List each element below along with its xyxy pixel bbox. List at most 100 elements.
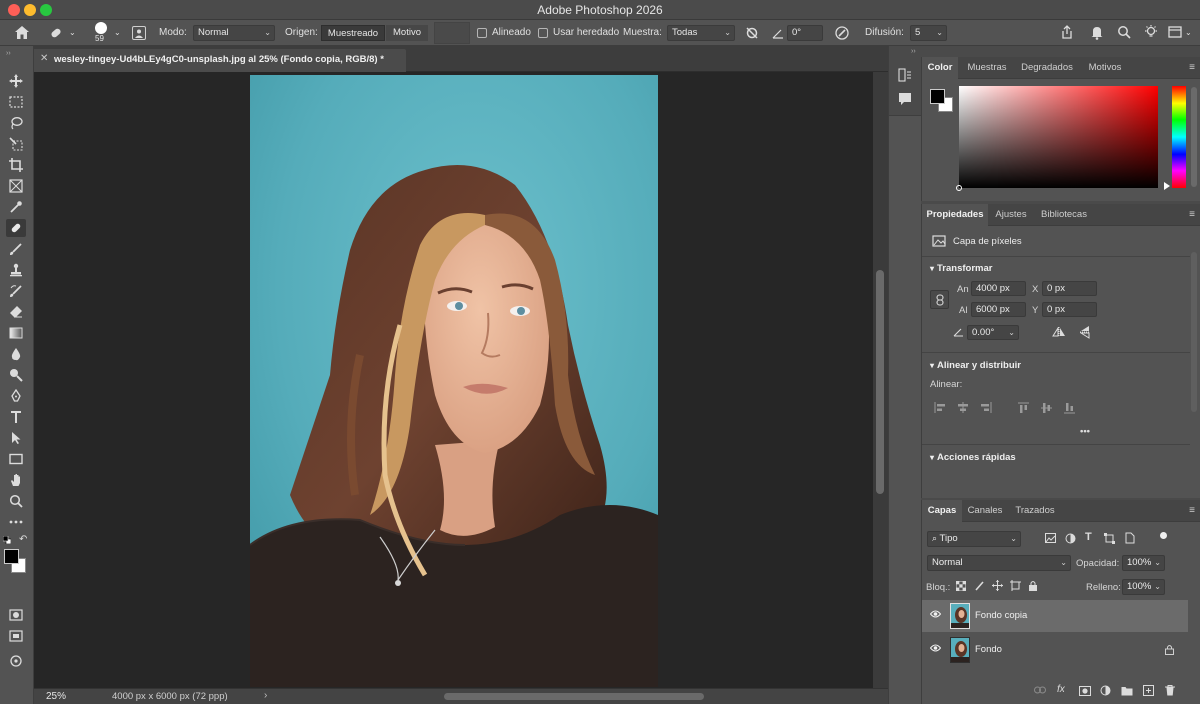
brush-picker-chevron-icon[interactable]: ⌄ xyxy=(114,20,121,46)
tab-channels[interactable]: Canales xyxy=(962,500,1008,522)
hue-slider-handle[interactable] xyxy=(1164,182,1170,190)
vertical-scroll-thumb[interactable] xyxy=(876,270,884,494)
hand-tool-icon[interactable] xyxy=(6,471,26,489)
angle-input[interactable]: 0° xyxy=(787,25,823,41)
align-bottom-edges-icon[interactable] xyxy=(1064,402,1075,417)
canvas-area[interactable] xyxy=(34,72,873,688)
pen-tool-icon[interactable] xyxy=(6,387,26,405)
rotation-input[interactable]: 0.00° ⌄ xyxy=(967,325,1019,340)
workspace-chevron-icon[interactable]: ⌄ xyxy=(1185,20,1192,46)
default-colors-icon[interactable] xyxy=(2,535,12,545)
share-icon[interactable] xyxy=(1060,25,1074,40)
type-tool-icon[interactable] xyxy=(6,408,26,426)
screen-mode-icon[interactable] xyxy=(6,627,26,645)
filter-adjustment-layers-icon[interactable] xyxy=(1065,533,1076,547)
filter-type-layers-icon[interactable]: T xyxy=(1085,531,1092,543)
use-legacy-checkbox[interactable] xyxy=(538,28,548,38)
zoom-level[interactable]: 25% xyxy=(46,691,66,702)
pressure-size-icon[interactable] xyxy=(834,25,850,41)
tab-layers[interactable]: Capas xyxy=(922,500,962,522)
object-selection-tool-icon[interactable] xyxy=(6,135,26,153)
move-tool-icon[interactable] xyxy=(6,72,26,90)
mode-select[interactable]: Normal ⌄ xyxy=(193,25,275,41)
layers-panel-menu-icon[interactable]: ≡ xyxy=(1189,505,1195,516)
transform-section-title[interactable]: ▾ Transformar xyxy=(930,263,992,274)
tab-libraries[interactable]: Bibliotecas xyxy=(1036,204,1092,226)
history-brush-tool-icon[interactable] xyxy=(6,282,26,300)
quick-mask-icon[interactable] xyxy=(6,606,26,624)
height-input[interactable]: 6000 px xyxy=(971,302,1026,317)
width-input[interactable]: 4000 px xyxy=(971,281,1026,296)
new-layer-icon[interactable] xyxy=(1143,685,1154,699)
edit-toolbar-icon[interactable] xyxy=(6,652,26,670)
history-panel-icon[interactable] xyxy=(898,68,912,85)
link-dimensions-icon[interactable] xyxy=(930,290,949,309)
layer-filter-select[interactable]: ⌕ Tipo ⌄ xyxy=(927,531,1021,547)
delete-layer-trash-icon[interactable] xyxy=(1165,685,1175,699)
expand-panels-grip-icon[interactable]: ›› xyxy=(911,48,916,55)
swap-colors-icon[interactable]: ↶ xyxy=(19,534,27,545)
tab-swatches[interactable]: Muestras xyxy=(960,57,1014,79)
aligned-checkbox[interactable] xyxy=(477,28,487,38)
align-horizontal-centers-icon[interactable] xyxy=(957,402,969,416)
quick-actions-section-title[interactable]: ▾ Acciones rápidas xyxy=(930,452,1016,463)
ignore-adjustment-layers-icon[interactable] xyxy=(745,26,759,40)
canvas-vertical-scrollbar[interactable] xyxy=(873,72,888,688)
lock-artboard-icon[interactable] xyxy=(1010,580,1021,594)
y-input[interactable]: 0 px xyxy=(1042,302,1097,317)
eraser-tool-icon[interactable] xyxy=(6,303,26,321)
add-mask-icon[interactable] xyxy=(1079,686,1091,699)
home-icon[interactable] xyxy=(14,25,30,40)
sample-select[interactable]: Todas ⌄ xyxy=(667,25,735,41)
frame-tool-icon[interactable] xyxy=(6,177,26,195)
brush-settings-icon[interactable] xyxy=(132,26,146,40)
source-pattern-button[interactable]: Motivo xyxy=(386,25,428,41)
layer-name[interactable]: Fondo xyxy=(975,644,1002,655)
chevron-down-icon[interactable]: ▾ xyxy=(930,361,934,370)
flip-horizontal-icon[interactable] xyxy=(1052,326,1066,340)
path-selection-tool-icon[interactable] xyxy=(6,429,26,447)
lock-position-icon[interactable] xyxy=(992,580,1003,594)
align-left-edges-icon[interactable] xyxy=(934,402,946,416)
color-panel-menu-icon[interactable]: ≡ xyxy=(1189,62,1195,73)
zoom-tool-icon[interactable] xyxy=(6,492,26,510)
comments-panel-icon[interactable] xyxy=(898,92,912,109)
status-menu-arrow-icon[interactable]: › xyxy=(264,690,267,701)
tab-adjustments[interactable]: Ajustes xyxy=(988,204,1034,226)
workspace-icon[interactable] xyxy=(1168,25,1182,39)
hue-slider[interactable] xyxy=(1172,86,1186,188)
spot-healing-brush-tool-icon[interactable] xyxy=(6,219,26,237)
blur-tool-icon[interactable] xyxy=(6,345,26,363)
tab-gradients[interactable]: Degradados xyxy=(1016,57,1078,79)
layer-visibility-eye-icon[interactable] xyxy=(929,644,942,655)
crop-tool-icon[interactable] xyxy=(6,156,26,174)
lock-all-icon[interactable] xyxy=(1028,580,1038,594)
new-adjustment-layer-icon[interactable] xyxy=(1100,685,1111,699)
diffusion-select[interactable]: 5 ⌄ xyxy=(910,25,947,41)
layer-name[interactable]: Fondo copia xyxy=(975,610,1027,621)
toolbar-grip-icon[interactable]: ›› xyxy=(6,50,11,57)
properties-panel-menu-icon[interactable]: ≡ xyxy=(1189,209,1195,220)
tab-properties[interactable]: Propiedades xyxy=(922,204,988,226)
layer-lock-icon[interactable] xyxy=(1165,644,1174,658)
fill-input[interactable]: 100% ⌄ xyxy=(1122,579,1165,595)
properties-scrollbar[interactable] xyxy=(1191,252,1197,412)
color-field[interactable] xyxy=(956,86,1158,191)
clone-stamp-tool-icon[interactable] xyxy=(6,261,26,279)
eyedropper-tool-icon[interactable] xyxy=(6,198,26,216)
filter-toggle-icon[interactable] xyxy=(1160,532,1167,539)
flip-vertical-icon[interactable] xyxy=(1079,325,1090,342)
opacity-input[interactable]: 100% ⌄ xyxy=(1122,555,1165,571)
source-sampled-button[interactable]: Muestreado xyxy=(321,25,385,41)
marquee-tool-icon[interactable] xyxy=(6,93,26,111)
search-icon[interactable] xyxy=(1117,25,1131,39)
new-group-folder-icon[interactable] xyxy=(1121,686,1133,699)
chevron-down-icon[interactable]: ▾ xyxy=(930,453,934,462)
pattern-picker[interactable] xyxy=(434,22,470,44)
dodge-tool-icon[interactable] xyxy=(6,366,26,384)
layer-row[interactable]: Fondo copia xyxy=(922,600,1188,632)
notifications-bell-icon[interactable] xyxy=(1090,25,1104,40)
panel-foreground-swatch[interactable] xyxy=(930,89,945,104)
more-options-button[interactable]: ••• xyxy=(1080,426,1090,437)
align-top-edges-icon[interactable] xyxy=(1018,402,1029,417)
